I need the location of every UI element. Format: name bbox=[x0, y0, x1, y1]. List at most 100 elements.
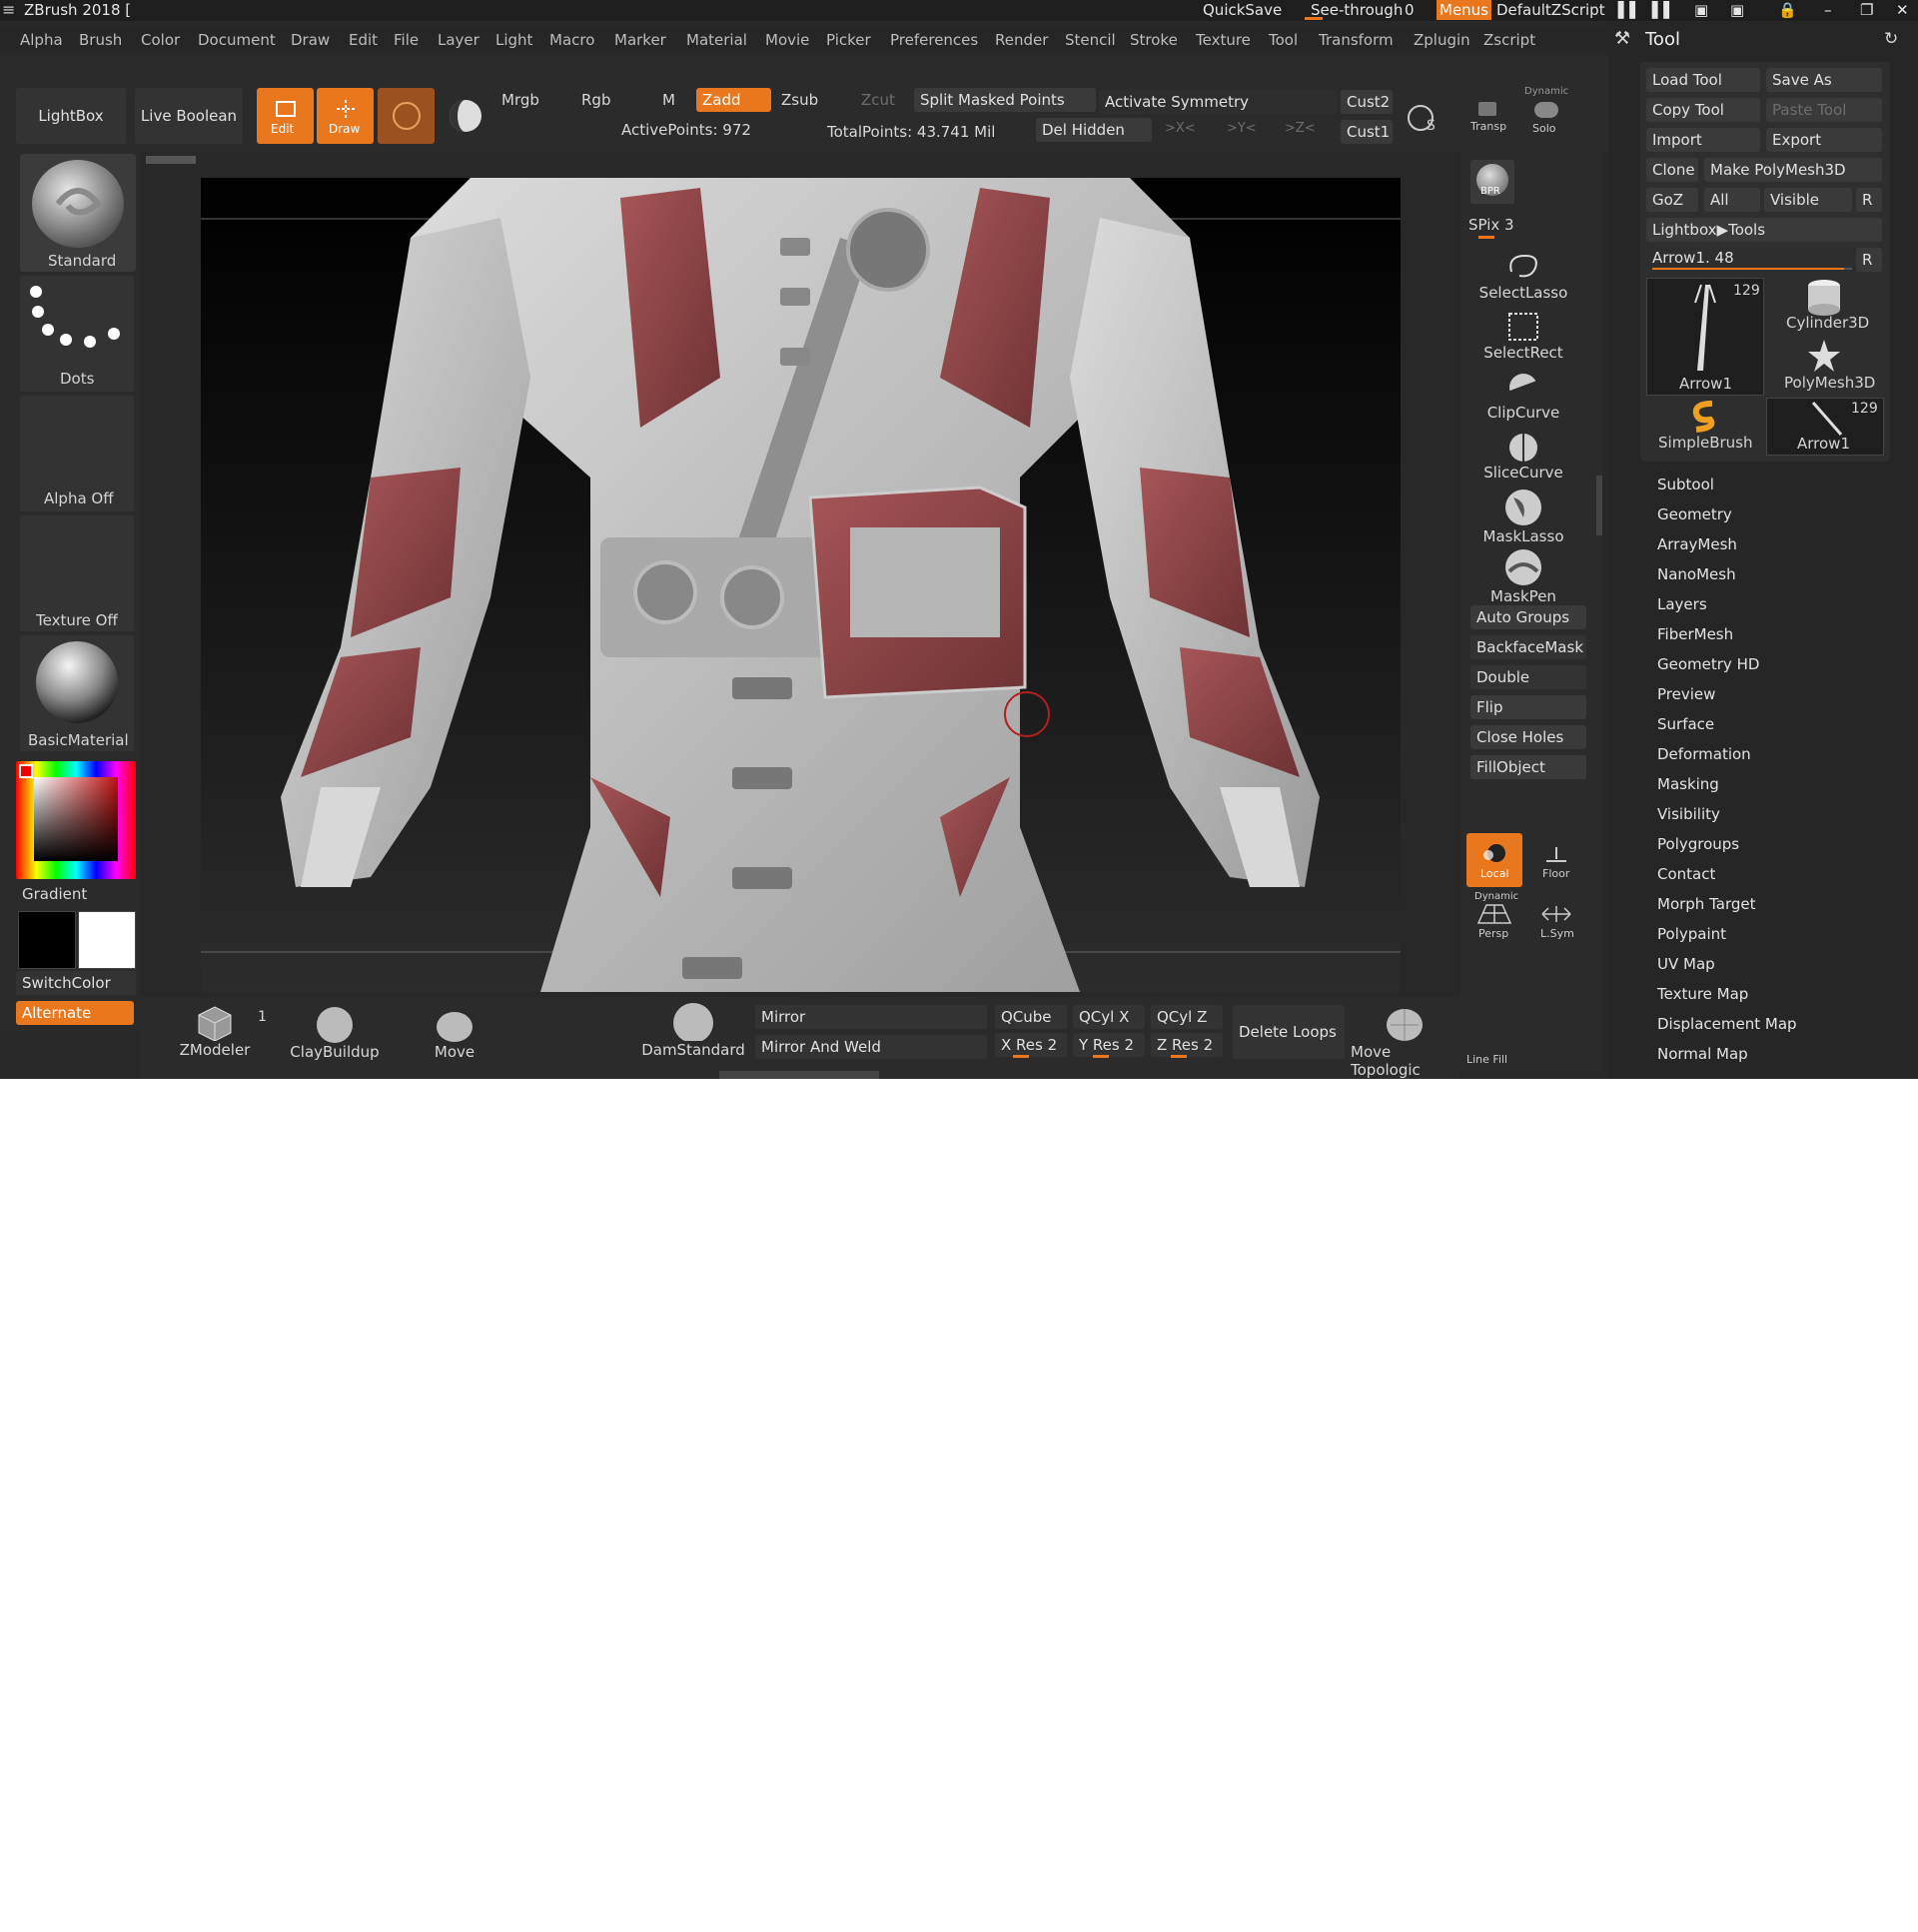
tool-section-geometry-hd[interactable]: Geometry HD bbox=[1657, 655, 1759, 673]
claybuildup-brush[interactable]: ClayBuildup bbox=[290, 1003, 380, 1061]
texture-slot[interactable]: Texture Off bbox=[20, 515, 134, 631]
gizmo-button[interactable]: S bbox=[1401, 98, 1444, 138]
transp-button[interactable]: Transp bbox=[1464, 98, 1510, 138]
zadd-button[interactable]: Zadd bbox=[696, 88, 771, 112]
tool-thumb-cylinder3d[interactable]: Cylinder3D bbox=[1766, 278, 1882, 334]
persp-button[interactable]: Dynamic Persp bbox=[1466, 891, 1522, 945]
local-button[interactable]: Local bbox=[1466, 833, 1522, 887]
menu-layer[interactable]: Layer bbox=[438, 31, 480, 49]
mrgb-button[interactable]: Mrgb bbox=[501, 91, 539, 109]
xres-slider[interactable]: X Res 2 bbox=[995, 1033, 1067, 1057]
yres-slider[interactable]: Y Res 2 bbox=[1073, 1033, 1145, 1057]
tool-thumb-arrow1-b[interactable]: 129 Arrow1 bbox=[1766, 398, 1884, 456]
tool-section-geometry[interactable]: Geometry bbox=[1657, 505, 1732, 523]
qcube-button[interactable]: QCube bbox=[995, 1005, 1067, 1029]
goz-all-button[interactable]: All bbox=[1704, 188, 1760, 212]
import-button[interactable]: Import bbox=[1646, 128, 1760, 152]
select-rect-button[interactable]: SelectRect bbox=[1476, 310, 1570, 362]
mirror-button[interactable]: Mirror bbox=[755, 1005, 987, 1029]
fill-object-button[interactable]: FillObject bbox=[1470, 755, 1586, 779]
line-fill-button[interactable]: Line Fill bbox=[1464, 1051, 1520, 1079]
tool-section-layers[interactable]: Layers bbox=[1657, 595, 1707, 613]
switch-color-button[interactable]: SwitchColor bbox=[16, 971, 136, 995]
menu-movie[interactable]: Movie bbox=[765, 31, 809, 49]
menu-edit[interactable]: Edit bbox=[349, 31, 378, 49]
zsub-button[interactable]: Zsub bbox=[781, 91, 818, 109]
minimize-icon[interactable]: – bbox=[1824, 1, 1832, 19]
tool-section-morph-target[interactable]: Morph Target bbox=[1657, 895, 1756, 913]
cust1-button[interactable]: Cust1 bbox=[1341, 120, 1393, 144]
alternate-button[interactable]: Alternate bbox=[16, 1001, 134, 1025]
double-button[interactable]: Double bbox=[1470, 665, 1586, 689]
load-tool-button[interactable]: Load Tool bbox=[1646, 68, 1760, 92]
clip-curve-button[interactable]: ClipCurve bbox=[1476, 370, 1570, 422]
bottom-shelf-scrollbar[interactable] bbox=[719, 1071, 879, 1079]
tool-section-masking[interactable]: Masking bbox=[1657, 775, 1719, 793]
tool-thumb-arrow1[interactable]: 129 Arrow1 bbox=[1646, 278, 1764, 396]
tool-section-nanomesh[interactable]: NanoMesh bbox=[1657, 565, 1736, 583]
move-topologic-brush[interactable]: Move Topologic bbox=[1351, 1003, 1458, 1079]
layout-icon[interactable]: ▣ bbox=[1694, 1, 1708, 19]
slice-curve-button[interactable]: SliceCurve bbox=[1476, 430, 1570, 482]
lightbox-tools-button[interactable]: Lightbox▶Tools bbox=[1646, 218, 1882, 242]
menu-transform[interactable]: Transform bbox=[1319, 31, 1394, 49]
menu-light[interactable]: Light bbox=[495, 31, 532, 49]
backface-mask-button[interactable]: BackfaceMask bbox=[1470, 635, 1586, 659]
color-picker-square[interactable] bbox=[34, 777, 118, 861]
lock-icon[interactable]: 🔒 bbox=[1778, 1, 1797, 19]
menu-macro[interactable]: Macro bbox=[549, 31, 594, 49]
tool-section-subtool[interactable]: Subtool bbox=[1657, 476, 1714, 493]
menu-tool[interactable]: Tool bbox=[1269, 31, 1298, 49]
quicksave-button[interactable]: QuickSave bbox=[1203, 1, 1282, 19]
gradient-label[interactable]: Gradient bbox=[22, 885, 87, 903]
tool-section-preview[interactable]: Preview bbox=[1657, 685, 1715, 703]
goz-button[interactable]: GoZ bbox=[1646, 188, 1698, 212]
tool-thumb-polymesh3d[interactable]: PolyMesh3D bbox=[1766, 338, 1882, 394]
tool-section-texture-map[interactable]: Texture Map bbox=[1657, 985, 1748, 1003]
move-mode-button[interactable] bbox=[378, 88, 435, 144]
scale-mode-button[interactable] bbox=[440, 88, 491, 144]
select-lasso-button[interactable]: SelectLasso bbox=[1476, 250, 1570, 302]
menu-preferences[interactable]: Preferences bbox=[890, 31, 978, 49]
m-button[interactable]: M bbox=[662, 91, 675, 109]
mirror-and-weld-button[interactable]: Mirror And Weld bbox=[755, 1035, 987, 1059]
tool-section-polygroups[interactable]: Polygroups bbox=[1657, 835, 1739, 853]
auto-groups-button[interactable]: Auto Groups bbox=[1470, 605, 1586, 629]
zcut-button[interactable]: Zcut bbox=[861, 91, 895, 109]
rgb-button[interactable]: Rgb bbox=[581, 91, 610, 109]
viewport-scrollbar[interactable] bbox=[146, 156, 196, 164]
tool-section-deformation[interactable]: Deformation bbox=[1657, 745, 1751, 763]
lightbox-button[interactable]: LightBox bbox=[16, 88, 126, 144]
menu-file[interactable]: File bbox=[394, 31, 419, 49]
tool-section-polypaint[interactable]: Polypaint bbox=[1657, 925, 1726, 943]
alpha-slot[interactable]: Alpha Off bbox=[20, 396, 134, 511]
layout-icon-2[interactable]: ▣ bbox=[1730, 1, 1744, 19]
symmetry-y-button[interactable]: >Y< bbox=[1227, 121, 1257, 136]
see-through-label[interactable]: See-through bbox=[1311, 1, 1403, 19]
right-shelf-scrollbar[interactable] bbox=[1596, 476, 1602, 535]
color-picker[interactable] bbox=[16, 761, 136, 879]
solo-button[interactable]: Dynamic Solo bbox=[1520, 86, 1572, 142]
menu-render[interactable]: Render bbox=[995, 31, 1048, 49]
damstandard-brush[interactable]: DamStandard bbox=[641, 1001, 745, 1059]
tool-section-contact[interactable]: Contact bbox=[1657, 865, 1715, 883]
goz-visible-button[interactable]: Visible bbox=[1764, 188, 1852, 212]
primary-color-swatch[interactable] bbox=[78, 911, 136, 969]
lsym-button[interactable]: L.Sym bbox=[1528, 891, 1584, 945]
spix-readout[interactable]: SPix 3 bbox=[1468, 216, 1514, 234]
menu-draw[interactable]: Draw bbox=[291, 31, 330, 49]
tool-section-visibility[interactable]: Visibility bbox=[1657, 805, 1720, 823]
menu-picker[interactable]: Picker bbox=[826, 31, 871, 49]
menu-material[interactable]: Material bbox=[686, 31, 747, 49]
restore-icon[interactable]: ❐ bbox=[1860, 1, 1873, 19]
flip-button[interactable]: Flip bbox=[1470, 695, 1586, 719]
split-masked-points-button[interactable]: Split Masked Points bbox=[914, 88, 1096, 112]
symmetry-x-button[interactable]: >X< bbox=[1165, 121, 1196, 136]
export-button[interactable]: Export bbox=[1766, 128, 1882, 152]
delete-loops-button[interactable]: Delete Loops bbox=[1233, 1005, 1345, 1059]
menu-stroke[interactable]: Stroke bbox=[1130, 31, 1178, 49]
zres-slider[interactable]: Z Res 2 bbox=[1151, 1033, 1223, 1057]
tool-section-fibermesh[interactable]: FiberMesh bbox=[1657, 625, 1733, 643]
menu-marker[interactable]: Marker bbox=[614, 31, 666, 49]
close-icon[interactable]: ✕ bbox=[1896, 1, 1909, 19]
